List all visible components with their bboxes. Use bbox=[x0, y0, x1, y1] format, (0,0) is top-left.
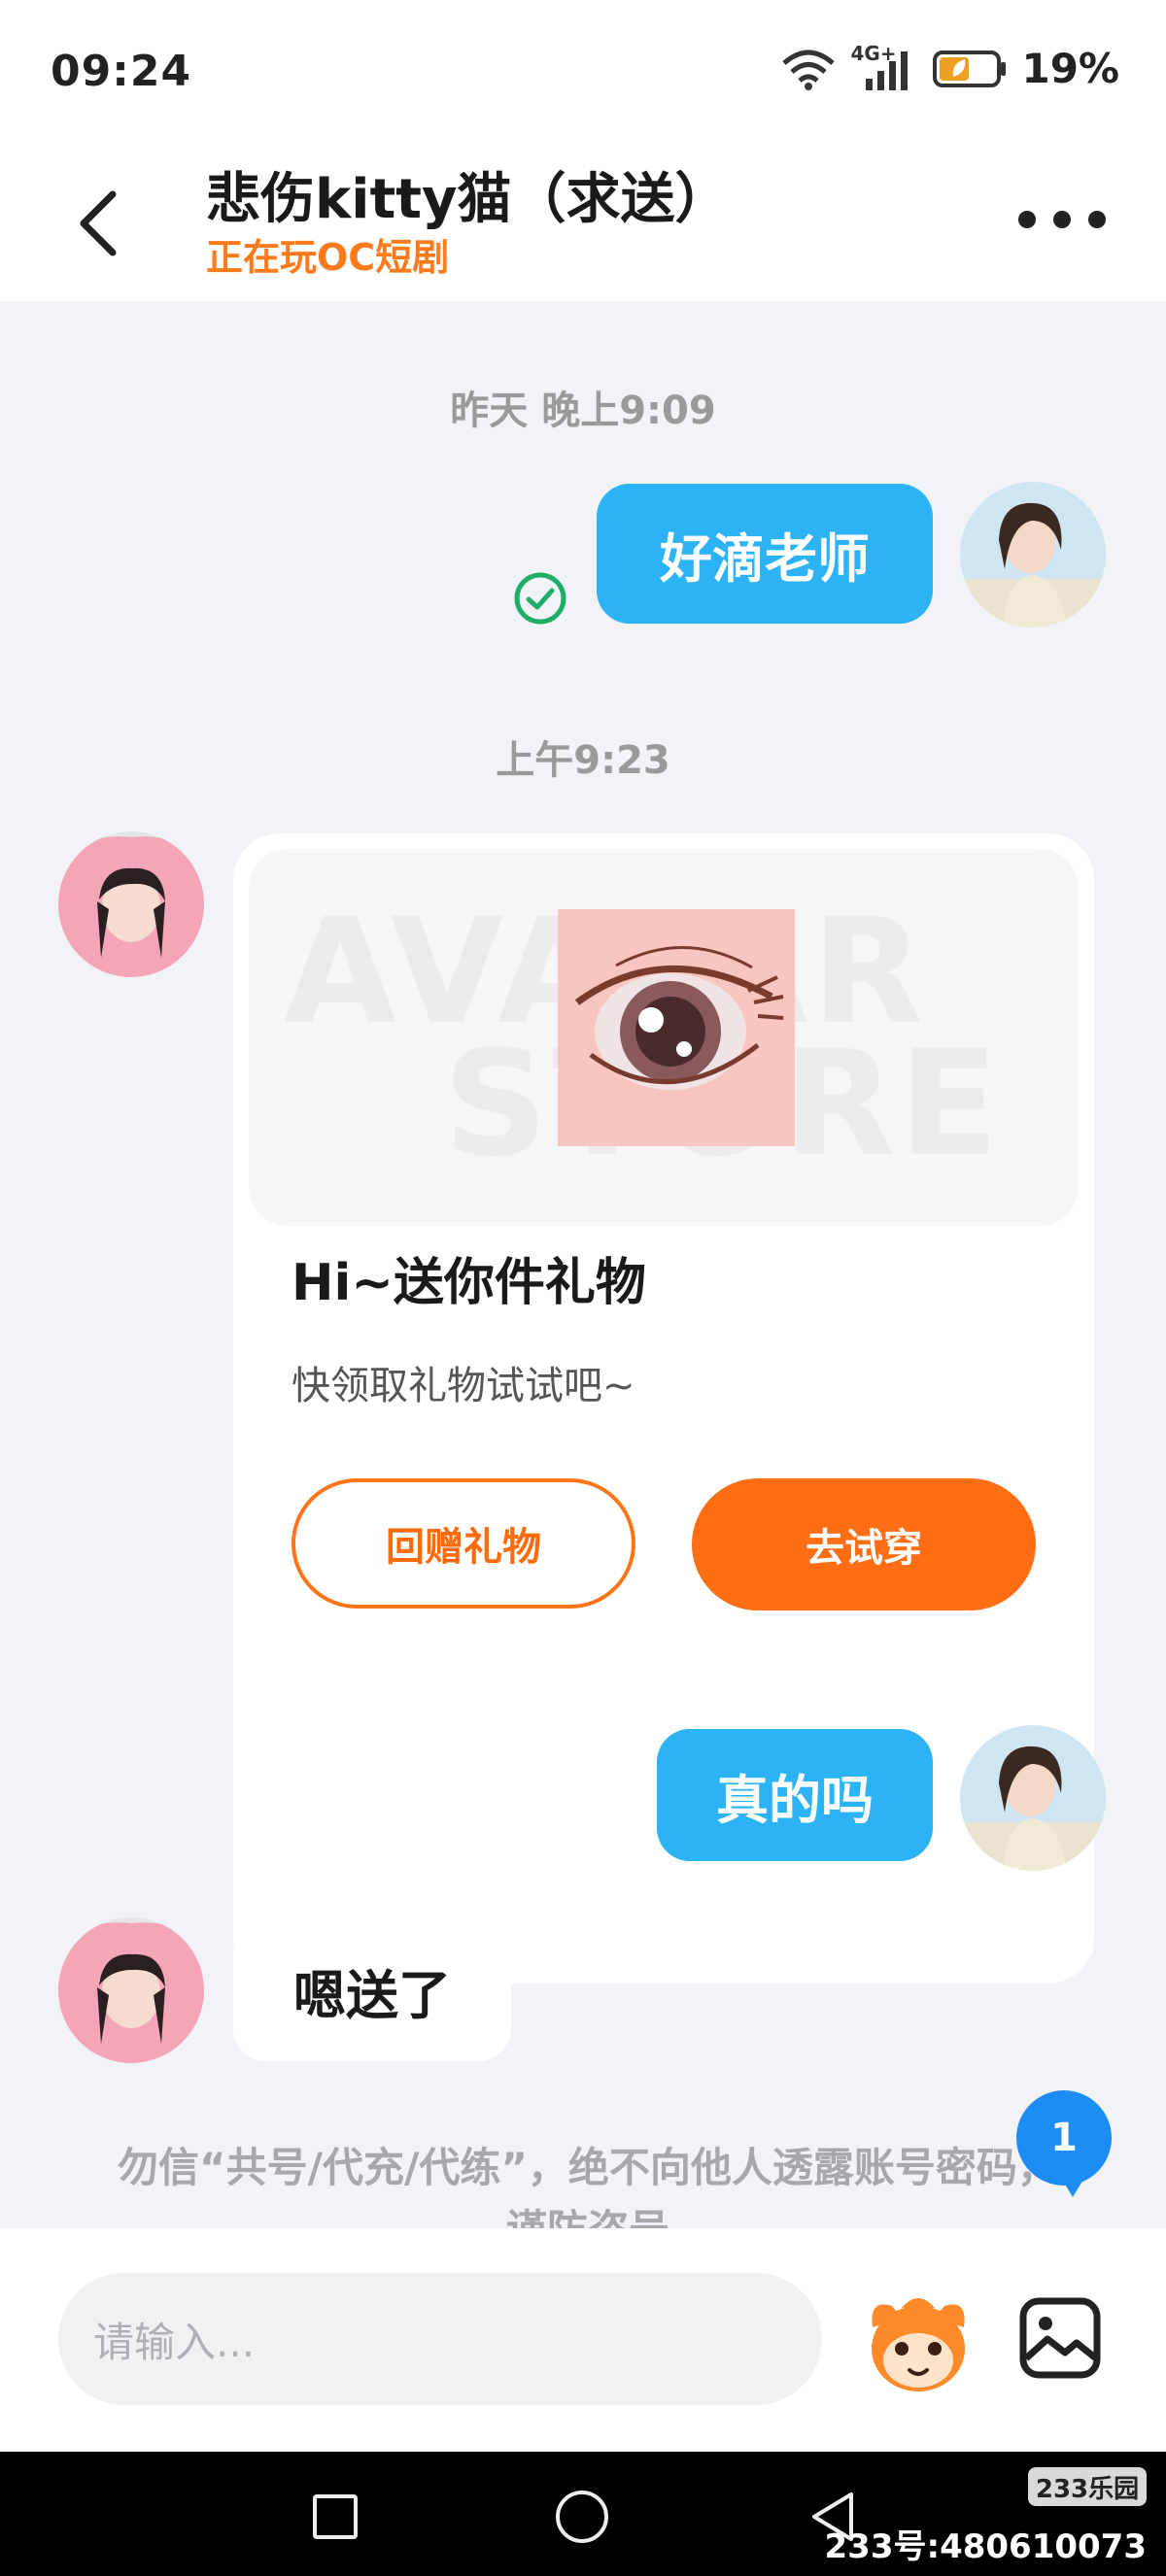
status-time: 09:24 bbox=[51, 47, 192, 96]
mascot-emoji-icon[interactable] bbox=[863, 2288, 974, 2395]
sent-check-icon bbox=[514, 572, 566, 625]
watermark-logo: 233乐园 bbox=[1028, 2467, 1147, 2506]
battery-icon bbox=[933, 50, 1007, 87]
chat-status-subtitle[interactable]: 正在玩OC短剧 bbox=[206, 227, 449, 281]
system-nav-bar: 233乐园 233号:480610073 bbox=[0, 2452, 1166, 2576]
gift-description: 快领取礼物试试吧~ bbox=[292, 1364, 635, 1408]
status-icons: 4G+ 19% bbox=[780, 42, 1119, 92]
message-bubble-outgoing[interactable]: 真的吗 bbox=[657, 1729, 933, 1861]
timestamp: 上午9:23 bbox=[496, 738, 670, 783]
gift-image[interactable]: AVATAR STORE bbox=[249, 849, 1079, 1226]
signal-icon: 4G+ bbox=[850, 42, 918, 92]
chat-messages[interactable]: 昨天 晚上9:09 好滴老师 上午9:23 AVATAR STORE bbox=[0, 301, 1166, 2229]
return-gift-button[interactable]: 回赠礼物 bbox=[292, 1478, 635, 1609]
watermark-id: 233号:480610073 bbox=[824, 2527, 1147, 2566]
eye-item-image bbox=[558, 909, 795, 1146]
try-on-button[interactable]: 去试穿 bbox=[692, 1478, 1036, 1610]
message-input[interactable]: 请输入... bbox=[58, 2273, 822, 2405]
timestamp: 昨天 晚上9:09 bbox=[450, 389, 716, 433]
friend-avatar[interactable] bbox=[58, 831, 204, 977]
status-bar: 09:24 4G+ 19% bbox=[0, 0, 1166, 146]
recent-apps-icon[interactable] bbox=[313, 2494, 358, 2539]
message-bubble-outgoing[interactable]: 好滴老师 bbox=[597, 484, 933, 624]
friend-avatar[interactable] bbox=[58, 1917, 204, 2063]
home-icon[interactable] bbox=[556, 2491, 608, 2543]
image-picker-icon[interactable] bbox=[1018, 2296, 1102, 2380]
my-avatar[interactable] bbox=[960, 482, 1106, 627]
badge-pointer bbox=[1055, 2168, 1090, 2197]
gift-title: Hi~送你件礼物 bbox=[292, 1254, 646, 1312]
back-arrow-icon[interactable] bbox=[66, 185, 134, 262]
my-avatar[interactable] bbox=[960, 1725, 1106, 1871]
message-bubble-incoming[interactable]: 嗯送了 bbox=[233, 1919, 511, 2061]
input-bar: 请输入... bbox=[0, 2228, 1166, 2452]
battery-percent: 19% bbox=[1021, 45, 1119, 92]
wifi-icon bbox=[782, 50, 836, 90]
chat-title[interactable]: 悲伤kitty猫（求送） bbox=[206, 155, 729, 234]
chat-header: 悲伤kitty猫（求送） 正在玩OC短剧 bbox=[0, 136, 1166, 301]
more-options-icon[interactable] bbox=[1018, 200, 1106, 239]
